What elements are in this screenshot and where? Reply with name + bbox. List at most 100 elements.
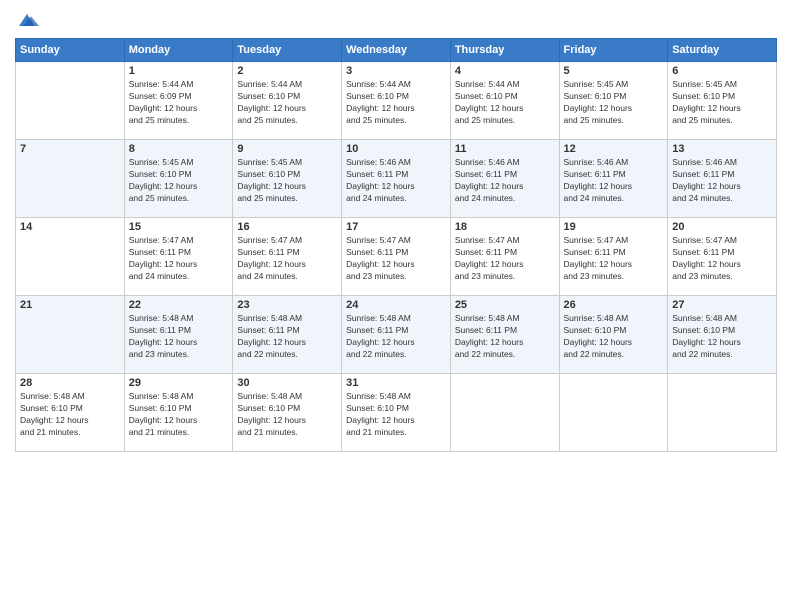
day-info: Sunrise: 5:47 AMSunset: 6:11 PMDaylight:… [455,235,555,283]
day-info: Sunrise: 5:48 AMSunset: 6:11 PMDaylight:… [346,313,446,361]
calendar-cell: 20 Sunrise: 5:47 AMSunset: 6:11 PMDayligh… [668,218,777,296]
header-day-wednesday: Wednesday [342,39,451,62]
day-number: 19 [564,221,664,233]
day-info: Sunrise: 5:48 AMSunset: 6:11 PMDaylight:… [129,313,229,361]
calendar-cell: 9Sunrise: 5:45 AMSunset: 6:10 PMDaylight… [233,140,342,218]
day-number: 21 [20,299,120,311]
header-day-monday: Monday [124,39,233,62]
calendar-cell: 16 Sunrise: 5:47 AMSunset: 6:11 PMDayligh… [233,218,342,296]
calendar-cell: 2 Sunrise: 5:44 AMSunset: 6:10 PMDaylight… [233,62,342,140]
day-number: 7 [20,143,120,155]
day-info: Sunrise: 5:47 AMSunset: 6:11 PMDaylight:… [129,235,229,283]
calendar-cell [16,62,125,140]
day-info: Sunrise: 5:44 AMSunset: 6:10 PMDaylight:… [346,79,446,127]
day-info: Sunrise: 5:45 AMSunset: 6:10 PMDaylight:… [129,157,229,205]
calendar-cell: 23Sunrise: 5:48 AMSunset: 6:11 PMDayligh… [233,296,342,374]
calendar-cell: 17Sunrise: 5:47 AMSunset: 6:11 PMDayligh… [342,218,451,296]
calendar-cell: 15 Sunrise: 5:47 AMSunset: 6:11 PMDayligh… [124,218,233,296]
logo [15,10,43,30]
day-number: 5 [564,65,664,77]
day-info: Sunrise: 5:47 AMSunset: 6:11 PMDaylight:… [237,235,337,283]
day-number: 12 [564,143,664,155]
day-info: Sunrise: 5:48 AMSunset: 6:10 PMDaylight:… [20,391,120,439]
header [15,10,777,30]
day-number: 26 [564,299,664,311]
day-number: 15 [129,221,229,233]
header-day-thursday: Thursday [450,39,559,62]
week-row-4: 21 22 Sunrise: 5:48 AMSunset: 6:11 PMDayli… [16,296,777,374]
day-number: 14 [20,221,120,233]
calendar-cell: 6Sunrise: 5:45 AMSunset: 6:10 PMDaylight… [668,62,777,140]
day-number: 30 [237,377,337,389]
week-row-5: 28Sunrise: 5:48 AMSunset: 6:10 PMDayligh… [16,374,777,452]
day-info: Sunrise: 5:48 AMSunset: 6:10 PMDaylight:… [237,391,337,439]
day-number: 29 [129,377,229,389]
calendar-cell: 25 Sunrise: 5:48 AMSunset: 6:11 PMDayligh… [450,296,559,374]
day-info: Sunrise: 5:46 AMSunset: 6:11 PMDaylight:… [455,157,555,205]
calendar-cell: 28Sunrise: 5:48 AMSunset: 6:10 PMDayligh… [16,374,125,452]
calendar-cell: 11 Sunrise: 5:46 AMSunset: 6:11 PMDayligh… [450,140,559,218]
calendar-cell: 30 Sunrise: 5:48 AMSunset: 6:10 PMDayligh… [233,374,342,452]
calendar-cell: 31Sunrise: 5:48 AMSunset: 6:10 PMDayligh… [342,374,451,452]
day-number: 25 [455,299,555,311]
day-number: 31 [346,377,446,389]
header-row: SundayMondayTuesdayWednesdayThursdayFrid… [16,39,777,62]
calendar-cell: 1 Sunrise: 5:44 AMSunset: 6:09 PMDaylight… [124,62,233,140]
calendar-header: SundayMondayTuesdayWednesdayThursdayFrid… [16,39,777,62]
day-number: 4 [455,65,555,77]
calendar-cell: 26 Sunrise: 5:48 AMSunset: 6:10 PMDayligh… [559,296,668,374]
day-info: Sunrise: 5:47 AMSunset: 6:11 PMDaylight:… [346,235,446,283]
calendar-cell: 7 [16,140,125,218]
calendar-cell: 27 Sunrise: 5:48 AMSunset: 6:10 PMDayligh… [668,296,777,374]
day-number: 8 [129,143,229,155]
page: SundayMondayTuesdayWednesdayThursdayFrid… [0,0,792,612]
day-info: Sunrise: 5:47 AMSunset: 6:11 PMDaylight:… [564,235,664,283]
week-row-2: 78 Sunrise: 5:45 AMSunset: 6:10 PMDayligh… [16,140,777,218]
day-number: 24 [346,299,446,311]
calendar-body: 1 Sunrise: 5:44 AMSunset: 6:09 PMDaylight… [16,62,777,452]
calendar-cell: 5 Sunrise: 5:45 AMSunset: 6:10 PMDaylight… [559,62,668,140]
day-info: Sunrise: 5:45 AMSunset: 6:10 PMDaylight:… [672,79,772,127]
day-number: 27 [672,299,772,311]
day-info: Sunrise: 5:48 AMSunset: 6:11 PMDaylight:… [455,313,555,361]
day-info: Sunrise: 5:48 AMSunset: 6:10 PMDaylight:… [564,313,664,361]
day-info: Sunrise: 5:44 AMSunset: 6:09 PMDaylight:… [129,79,229,127]
calendar-cell: 13 Sunrise: 5:46 AMSunset: 6:11 PMDayligh… [668,140,777,218]
calendar-cell: 10 Sunrise: 5:46 AMSunset: 6:11 PMDayligh… [342,140,451,218]
day-info: Sunrise: 5:48 AMSunset: 6:10 PMDaylight:… [129,391,229,439]
day-number: 2 [237,65,337,77]
logo-icon [15,10,39,30]
day-number: 3 [346,65,446,77]
calendar-cell: 14 [16,218,125,296]
calendar-cell: 4Sunrise: 5:44 AMSunset: 6:10 PMDaylight… [450,62,559,140]
calendar-cell: 29 Sunrise: 5:48 AMSunset: 6:10 PMDayligh… [124,374,233,452]
day-info: Sunrise: 5:46 AMSunset: 6:11 PMDaylight:… [672,157,772,205]
day-number: 10 [346,143,446,155]
calendar-cell: 3 Sunrise: 5:44 AMSunset: 6:10 PMDaylight… [342,62,451,140]
day-info: Sunrise: 5:48 AMSunset: 6:10 PMDaylight:… [672,313,772,361]
day-number: 9 [237,143,337,155]
calendar-cell: 22 Sunrise: 5:48 AMSunset: 6:11 PMDayligh… [124,296,233,374]
week-row-3: 14 15 Sunrise: 5:47 AMSunset: 6:11 PMDayli… [16,218,777,296]
day-info: Sunrise: 5:46 AMSunset: 6:11 PMDaylight:… [564,157,664,205]
day-number: 13 [672,143,772,155]
week-row-1: 1 Sunrise: 5:44 AMSunset: 6:09 PMDaylight… [16,62,777,140]
header-day-sunday: Sunday [16,39,125,62]
calendar-cell [559,374,668,452]
calendar-cell: 24 Sunrise: 5:48 AMSunset: 6:11 PMDayligh… [342,296,451,374]
calendar-cell: 12 Sunrise: 5:46 AMSunset: 6:11 PMDayligh… [559,140,668,218]
day-info: Sunrise: 5:47 AMSunset: 6:11 PMDaylight:… [672,235,772,283]
day-number: 11 [455,143,555,155]
calendar-cell: 21 [16,296,125,374]
day-number: 23 [237,299,337,311]
day-info: Sunrise: 5:45 AMSunset: 6:10 PMDaylight:… [564,79,664,127]
header-day-saturday: Saturday [668,39,777,62]
day-number: 20 [672,221,772,233]
day-number: 18 [455,221,555,233]
day-number: 16 [237,221,337,233]
day-info: Sunrise: 5:46 AMSunset: 6:11 PMDaylight:… [346,157,446,205]
day-number: 22 [129,299,229,311]
day-number: 1 [129,65,229,77]
day-info: Sunrise: 5:44 AMSunset: 6:10 PMDaylight:… [237,79,337,127]
calendar-table: SundayMondayTuesdayWednesdayThursdayFrid… [15,38,777,452]
